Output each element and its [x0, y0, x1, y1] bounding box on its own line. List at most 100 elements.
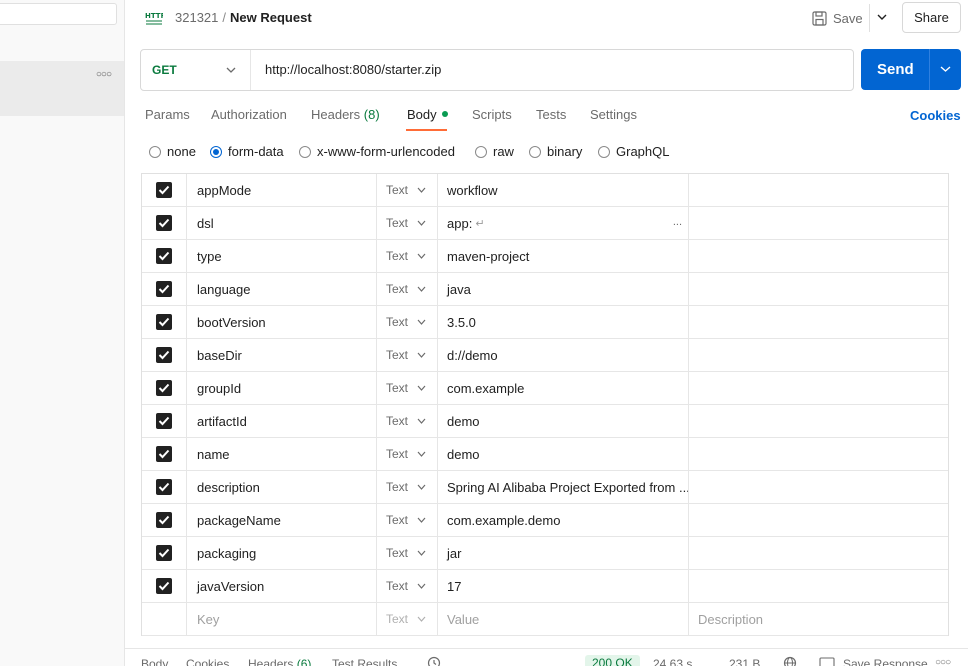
- type-select[interactable]: Text: [377, 438, 438, 470]
- checkbox-checked-icon[interactable]: [156, 281, 172, 297]
- tab-settings[interactable]: Settings: [590, 107, 637, 122]
- body-type-binary[interactable]: binary: [529, 144, 582, 159]
- value-input[interactable]: Value: [438, 603, 689, 635]
- more-dots-icon[interactable]: ○○○: [96, 69, 112, 80]
- value-input[interactable]: app: ↵...: [438, 207, 689, 239]
- save-response-button[interactable]: Save Response: [843, 657, 928, 666]
- tab-headers[interactable]: Headers (8): [311, 107, 380, 122]
- key-input[interactable]: appMode: [187, 174, 377, 206]
- checkbox-checked-icon[interactable]: [156, 314, 172, 330]
- description-input[interactable]: [689, 339, 948, 371]
- description-input[interactable]: [689, 207, 948, 239]
- key-input[interactable]: description: [187, 471, 377, 503]
- body-type-form-data[interactable]: form-data: [210, 144, 284, 159]
- response-size[interactable]: 231 B: [729, 657, 760, 666]
- type-select[interactable]: Text: [377, 570, 438, 602]
- save-button[interactable]: Save: [812, 9, 863, 27]
- tab-scripts[interactable]: Scripts: [472, 107, 512, 122]
- value-input[interactable]: jar: [438, 537, 689, 569]
- value-input[interactable]: com.example.demo: [438, 504, 689, 536]
- value-input[interactable]: java: [438, 273, 689, 305]
- value-input[interactable]: demo: [438, 438, 689, 470]
- description-input[interactable]: [689, 405, 948, 437]
- key-input[interactable]: packaging: [187, 537, 377, 569]
- body-type-urlencoded[interactable]: x-www-form-urlencoded: [299, 144, 455, 159]
- chevron-down-icon[interactable]: [876, 12, 888, 22]
- description-input[interactable]: [689, 504, 948, 536]
- tab-authorization[interactable]: Authorization: [211, 107, 287, 122]
- key-input[interactable]: baseDir: [187, 339, 377, 371]
- value-input[interactable]: demo: [438, 405, 689, 437]
- key-input[interactable]: bootVersion: [187, 306, 377, 338]
- value-input[interactable]: Spring AI Alibaba Project Exported from …: [438, 471, 689, 503]
- checkbox-checked-icon[interactable]: [156, 512, 172, 528]
- checkbox-checked-icon[interactable]: [156, 446, 172, 462]
- type-select[interactable]: Text: [377, 537, 438, 569]
- key-input[interactable]: type: [187, 240, 377, 272]
- response-time[interactable]: 24.63 s: [653, 657, 692, 666]
- type-select[interactable]: Text: [377, 174, 438, 206]
- type-select[interactable]: Text: [377, 603, 438, 635]
- key-input[interactable]: groupId: [187, 372, 377, 404]
- sidebar-search-input[interactable]: [0, 3, 117, 25]
- key-input[interactable]: Key: [187, 603, 377, 635]
- response-tab-body[interactable]: Body: [141, 657, 168, 666]
- type-select[interactable]: Text: [377, 405, 438, 437]
- checkbox-checked-icon[interactable]: [156, 215, 172, 231]
- type-select[interactable]: Text: [377, 471, 438, 503]
- chevron-down-icon[interactable]: [940, 65, 951, 73]
- body-type-raw[interactable]: raw: [475, 144, 514, 159]
- value-input[interactable]: 17: [438, 570, 689, 602]
- value-input[interactable]: maven-project: [438, 240, 689, 272]
- method-select[interactable]: GET: [141, 50, 251, 90]
- type-select[interactable]: Text: [377, 273, 438, 305]
- value-input[interactable]: 3.5.0: [438, 306, 689, 338]
- send-button[interactable]: Send: [861, 49, 961, 90]
- response-tab-test-results[interactable]: Test Results: [332, 657, 397, 666]
- description-input[interactable]: [689, 273, 948, 305]
- checkbox-checked-icon[interactable]: [156, 578, 172, 594]
- history-icon[interactable]: [427, 656, 441, 666]
- description-input[interactable]: Description: [689, 603, 948, 635]
- share-button[interactable]: Share: [902, 2, 961, 33]
- response-tab-cookies[interactable]: Cookies: [186, 657, 229, 666]
- description-input[interactable]: [689, 438, 948, 470]
- cookies-link[interactable]: Cookies: [910, 108, 961, 123]
- type-select[interactable]: Text: [377, 207, 438, 239]
- checkbox-checked-icon[interactable]: [156, 248, 172, 264]
- checkbox-checked-icon[interactable]: [156, 413, 172, 429]
- type-select[interactable]: Text: [377, 372, 438, 404]
- url-input[interactable]: http://localhost:8080/starter.zip: [265, 62, 441, 77]
- description-input[interactable]: [689, 372, 948, 404]
- type-select[interactable]: Text: [377, 504, 438, 536]
- status-badge[interactable]: 200 OK: [585, 655, 640, 666]
- key-input[interactable]: packageName: [187, 504, 377, 536]
- key-input[interactable]: dsl: [187, 207, 377, 239]
- type-select[interactable]: Text: [377, 240, 438, 272]
- type-select[interactable]: Text: [377, 306, 438, 338]
- key-input[interactable]: javaVersion: [187, 570, 377, 602]
- checkbox-checked-icon[interactable]: [156, 380, 172, 396]
- description-input[interactable]: [689, 174, 948, 206]
- body-type-graphql[interactable]: GraphQL: [598, 144, 669, 159]
- response-tab-headers[interactable]: Headers (6): [248, 657, 311, 666]
- more-dots-icon[interactable]: ○○○: [935, 657, 951, 666]
- value-input[interactable]: d://demo: [438, 339, 689, 371]
- value-input[interactable]: com.example: [438, 372, 689, 404]
- description-input[interactable]: [689, 306, 948, 338]
- key-input[interactable]: name: [187, 438, 377, 470]
- description-input[interactable]: [689, 240, 948, 272]
- key-input[interactable]: language: [187, 273, 377, 305]
- expand-dots-icon[interactable]: ...: [673, 216, 682, 228]
- globe-icon[interactable]: [783, 656, 797, 666]
- description-input[interactable]: [689, 570, 948, 602]
- breadcrumb-collection[interactable]: 321321: [175, 10, 218, 25]
- tab-params[interactable]: Params: [145, 107, 190, 122]
- request-name[interactable]: New Request: [230, 10, 312, 25]
- sidebar-item-selected[interactable]: ○○○: [0, 61, 124, 116]
- description-input[interactable]: [689, 537, 948, 569]
- checkbox-checked-icon[interactable]: [156, 479, 172, 495]
- tab-body[interactable]: Body: [407, 107, 448, 122]
- checkbox-checked-icon[interactable]: [156, 545, 172, 561]
- value-input[interactable]: workflow: [438, 174, 689, 206]
